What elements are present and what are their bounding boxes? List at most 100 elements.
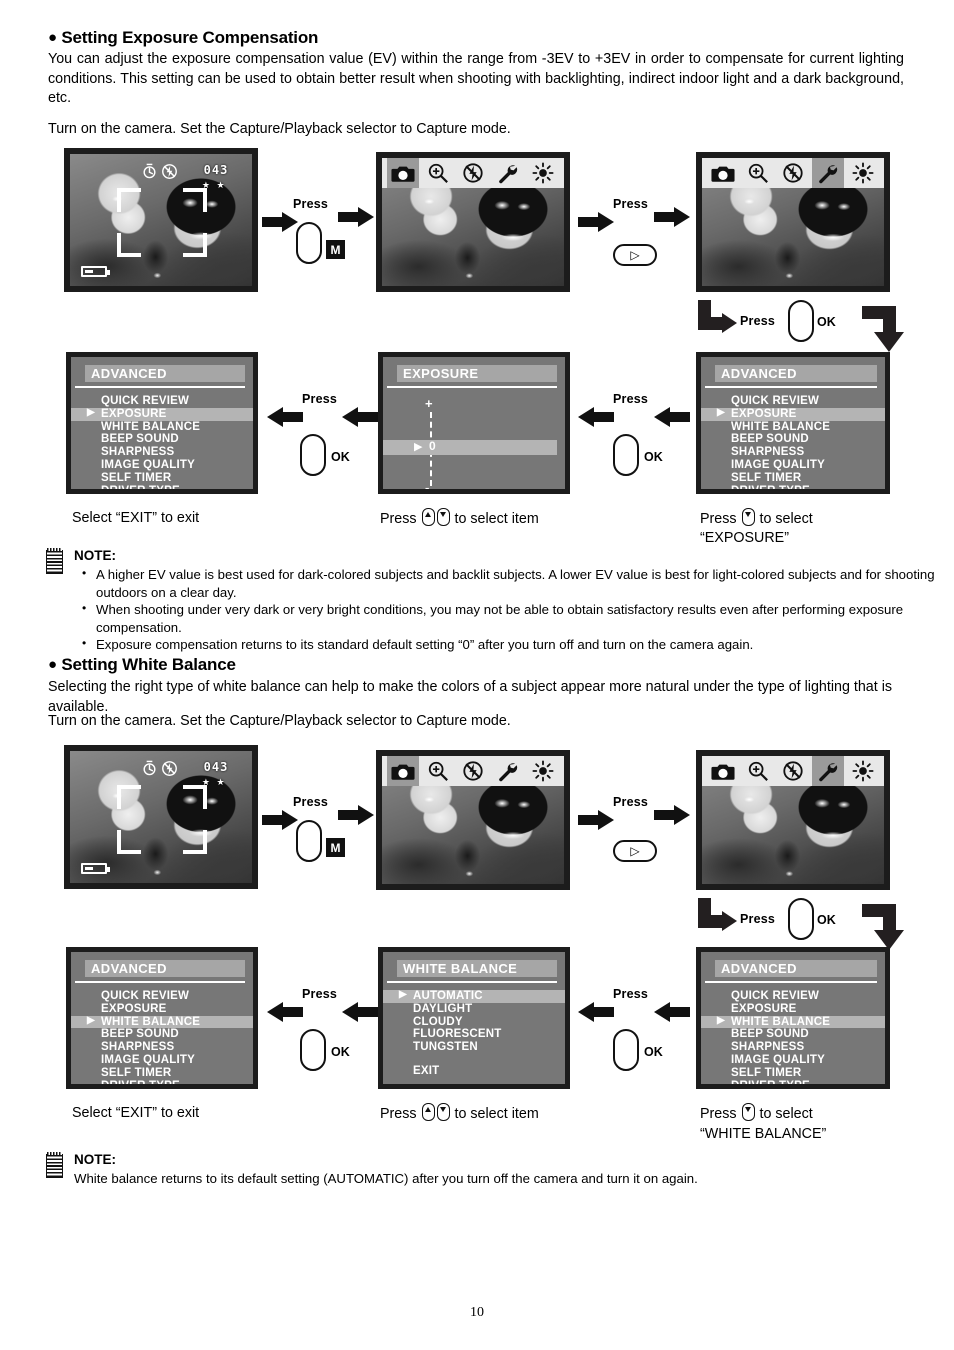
osd-item-driver-type[interactable]: DRIVER TYPE: [701, 1080, 885, 1084]
shots-remaining-counter: 043: [203, 163, 229, 178]
osd-item-beep-sound[interactable]: BEEP SOUND: [71, 1028, 253, 1041]
osd-item-sharpness[interactable]: SHARPNESS: [71, 1041, 253, 1054]
osd-item-exposure[interactable]: EXPOSURE: [71, 1003, 253, 1016]
osd-item-exposure[interactable]: EXPOSURE: [701, 407, 885, 421]
white-balance-instruction: Turn on the camera. Set the Capture/Play…: [48, 713, 511, 729]
ok-button-mid-1[interactable]: [613, 434, 639, 476]
osd-item-self-timer[interactable]: SELF TIMER: [71, 1067, 253, 1080]
osd-item-beep-sound[interactable]: BEEP SOUND: [701, 1028, 885, 1041]
menu-icon-flash-off[interactable]: [777, 756, 809, 786]
down-button-icon[interactable]: [436, 1103, 450, 1121]
menu-icon-camera[interactable]: [707, 158, 739, 188]
note-item: A higher EV value is best used for dark-…: [80, 565, 940, 601]
osd-item-quick-review[interactable]: QUICK REVIEW: [71, 990, 253, 1003]
osd-item-quick-review[interactable]: QUICK REVIEW: [701, 395, 885, 408]
osd-advanced-menu-white-balance[interactable]: ADVANCED QUICK REVIEW EXPOSURE WHITE BAL…: [696, 947, 890, 1089]
osd-item-image-quality[interactable]: IMAGE QUALITY: [71, 1054, 253, 1067]
menu-icon-camera[interactable]: [387, 756, 420, 786]
down-button-icon[interactable]: [741, 1103, 755, 1121]
osd-advanced-menu-left-1[interactable]: ADVANCED QUICK REVIEW EXPOSURE WHITE BAL…: [66, 352, 258, 494]
menu-icon-zoom[interactable]: [742, 158, 774, 188]
osd-item-self-timer[interactable]: SELF TIMER: [71, 472, 253, 485]
menu-icon-wrench[interactable]: [492, 158, 524, 188]
osd-item-self-timer[interactable]: SELF TIMER: [701, 1067, 885, 1080]
mode-button-1[interactable]: [296, 222, 322, 264]
osd-item-exit[interactable]: EXIT: [383, 1065, 565, 1078]
down-button-icon[interactable]: [741, 508, 755, 526]
menu-icon-flash-off[interactable]: [777, 158, 809, 188]
osd-exposure-screen[interactable]: EXPOSURE + - ▶ 0 EXIT: [378, 352, 570, 494]
up-button-icon[interactable]: [421, 1103, 435, 1121]
right-arrow-button-2[interactable]: ▷: [613, 840, 657, 862]
osd-item-tungsten[interactable]: TUNGSTEN: [383, 1041, 565, 1054]
osd-item-driver-type[interactable]: DRIVER TYPE: [71, 1080, 253, 1084]
ok-button-1[interactable]: [788, 300, 814, 342]
menu-icon-wrench[interactable]: [492, 756, 524, 786]
camera-menu-bar[interactable]: [702, 158, 884, 188]
menu-icon-sun[interactable]: [527, 756, 559, 786]
ok-button-left-1[interactable]: [300, 434, 326, 476]
menu-icon-zoom[interactable]: [742, 756, 774, 786]
osd-item-exposure[interactable]: EXPOSURE: [71, 407, 253, 421]
osd-advanced-menu-exposure[interactable]: ADVANCED QUICK REVIEW EXPOSURE WHITE BAL…: [696, 352, 890, 494]
osd-item-white-balance[interactable]: WHITE BALANCE: [701, 1015, 885, 1029]
osd-item-white-balance[interactable]: WHITE BALANCE: [71, 421, 253, 434]
osd-item-driver-type[interactable]: DRIVER TYPE: [701, 485, 885, 489]
menu-icon-wrench[interactable]: [811, 756, 844, 786]
osd-item-driver-type[interactable]: DRIVER TYPE: [71, 485, 253, 489]
down-button-icon[interactable]: [436, 508, 450, 526]
ok-button-mid-2[interactable]: [613, 1029, 639, 1071]
lcd-screen-menubar-camera: [376, 152, 570, 292]
camera-menu-bar[interactable]: [702, 756, 884, 786]
menu-icon-sun[interactable]: [847, 756, 879, 786]
osd-item-white-balance[interactable]: WHITE BALANCE: [701, 421, 885, 434]
osd-item-white-balance[interactable]: WHITE BALANCE: [71, 1015, 253, 1029]
mode-button-2[interactable]: [296, 820, 322, 862]
menu-icon-camera[interactable]: [707, 756, 739, 786]
m-button-label-2[interactable]: M: [326, 838, 345, 857]
menu-icon-sun[interactable]: [527, 158, 559, 188]
osd-item-quick-review[interactable]: QUICK REVIEW: [71, 395, 253, 408]
menu-icon-zoom[interactable]: [422, 158, 454, 188]
exposure-selected-row[interactable]: [383, 440, 557, 455]
camera-menu-bar[interactable]: [382, 756, 564, 786]
camera-menu-bar[interactable]: [382, 158, 564, 188]
press-label-3: Press: [293, 795, 329, 809]
osd-item-sharpness[interactable]: SHARPNESS: [701, 446, 885, 459]
caption-select-item-text: to select item: [454, 511, 539, 527]
osd-item-beep-sound[interactable]: BEEP SOUND: [701, 433, 885, 446]
osd-item-beep-sound[interactable]: BEEP SOUND: [71, 433, 253, 446]
osd-item-image-quality[interactable]: IMAGE QUALITY: [701, 1054, 885, 1067]
focus-bracket-bl: [117, 830, 142, 855]
caption-exit-1: Select “EXIT” to exit: [72, 510, 200, 526]
flow-arrow-left-1b: [654, 407, 690, 427]
menu-icon-zoom[interactable]: [422, 756, 454, 786]
osd-item-sharpness[interactable]: SHARPNESS: [71, 446, 253, 459]
focus-bracket-br: [182, 830, 207, 855]
osd-item-self-timer[interactable]: SELF TIMER: [701, 472, 885, 485]
osd-white-balance-screen[interactable]: WHITE BALANCE AUTOMATIC DAYLIGHT CLOUDY …: [378, 947, 570, 1089]
osd-item-fluorescent[interactable]: FLUORESCENT: [383, 1028, 565, 1041]
osd-item-automatic[interactable]: AUTOMATIC: [383, 989, 565, 1003]
menu-icon-wrench[interactable]: [811, 158, 844, 188]
osd-item-cloudy[interactable]: CLOUDY: [383, 1016, 565, 1029]
menu-icon-camera[interactable]: [387, 158, 420, 188]
menu-icon-flash-off[interactable]: [457, 158, 489, 188]
menu-icon-flash-off[interactable]: [457, 756, 489, 786]
osd-item-image-quality[interactable]: IMAGE QUALITY: [701, 459, 885, 472]
osd-title-rule: [705, 386, 877, 388]
osd-item-quick-review[interactable]: QUICK REVIEW: [701, 990, 885, 1003]
osd-item-image-quality[interactable]: IMAGE QUALITY: [71, 459, 253, 472]
exposure-scale[interactable]: + - ▶ 0 EXIT: [383, 396, 565, 489]
osd-item-sharpness[interactable]: SHARPNESS: [701, 1041, 885, 1054]
osd-item-daylight[interactable]: DAYLIGHT: [383, 1003, 565, 1016]
menu-icon-sun[interactable]: [847, 158, 879, 188]
up-button-icon[interactable]: [421, 508, 435, 526]
right-arrow-button-1[interactable]: ▷: [613, 244, 657, 266]
osd-advanced-menu-left-2[interactable]: ADVANCED QUICK REVIEW EXPOSURE WHITE BAL…: [66, 947, 258, 1089]
ok-button-2[interactable]: [788, 898, 814, 940]
osd-item-exposure[interactable]: EXPOSURE: [701, 1003, 885, 1016]
m-button-label-1[interactable]: M: [326, 240, 345, 259]
ok-label-1: OK: [817, 315, 836, 329]
ok-button-left-2[interactable]: [300, 1029, 326, 1071]
